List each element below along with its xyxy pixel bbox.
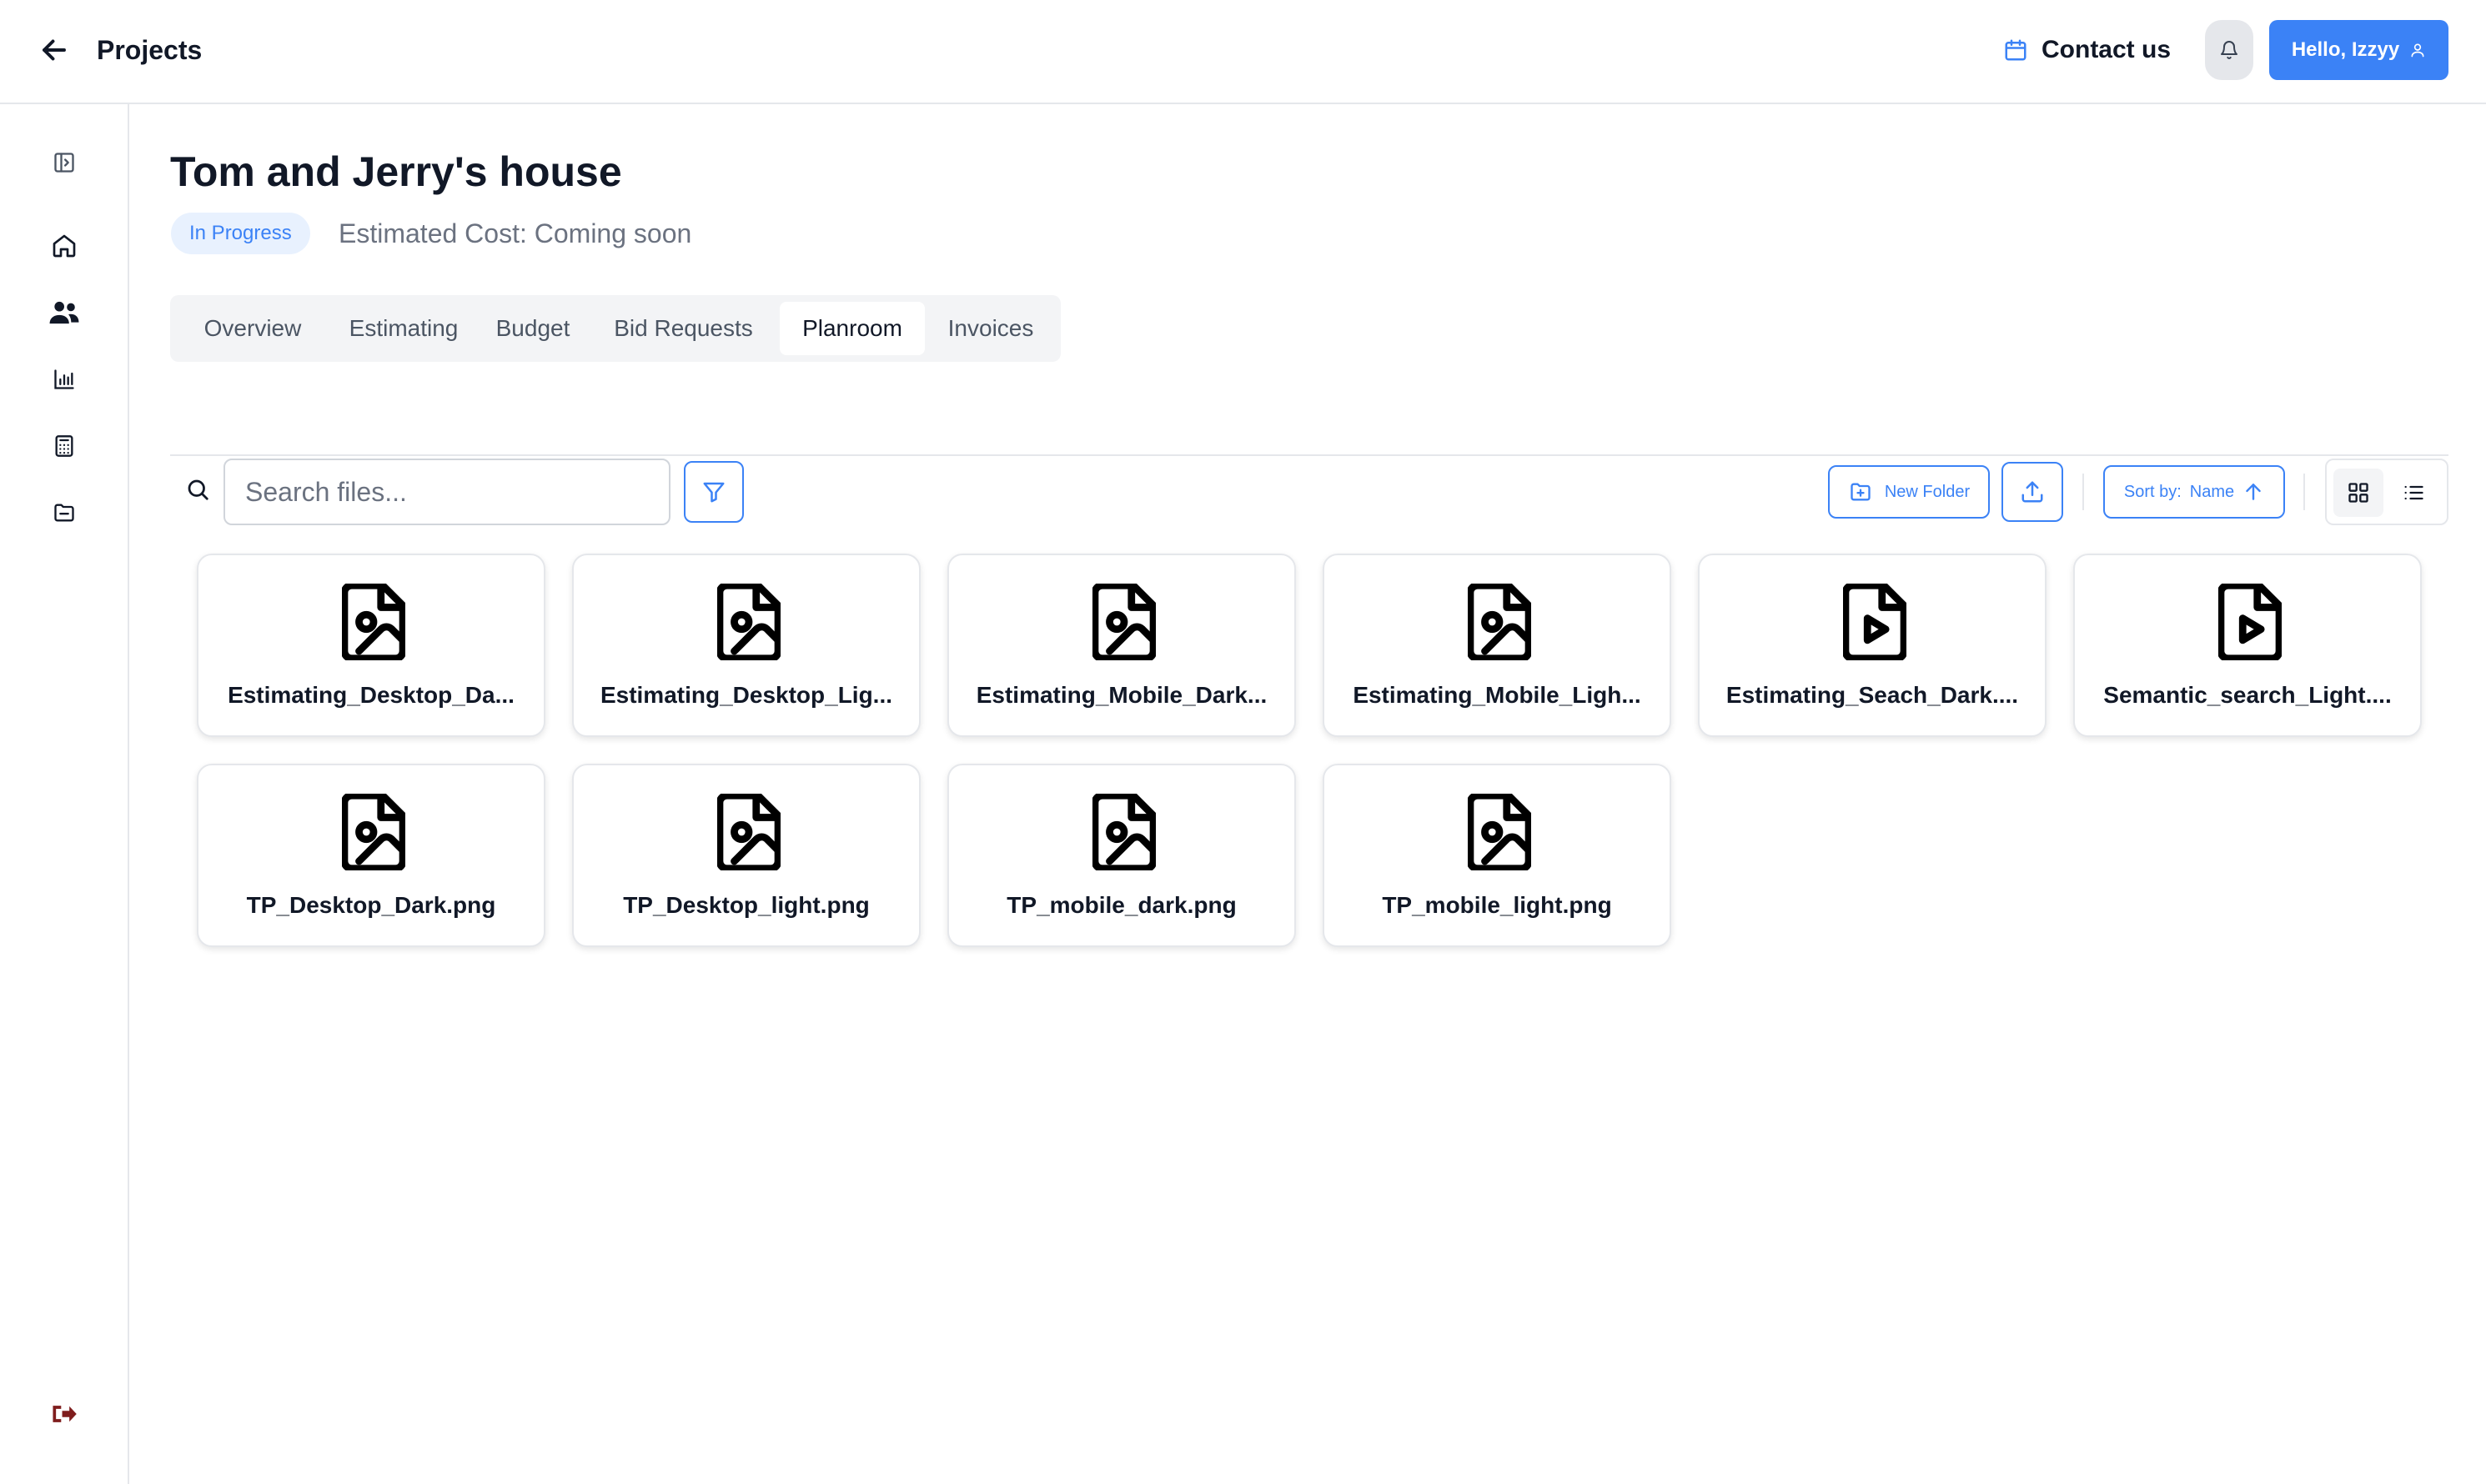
tab-planroom[interactable]: Planroom bbox=[780, 302, 925, 355]
calendar-icon bbox=[2003, 38, 2028, 63]
file-card[interactable]: Semantic_search_Light.... bbox=[2073, 554, 2422, 737]
toolbar-separator bbox=[2303, 474, 2305, 510]
logout-icon bbox=[51, 1402, 78, 1426]
video-file-icon bbox=[2218, 584, 2282, 660]
file-name: Semantic_search_Light.... bbox=[2103, 682, 2392, 708]
file-card[interactable]: Estimating_Mobile_Dark... bbox=[947, 554, 1296, 737]
new-folder-label: New Folder bbox=[1884, 482, 1971, 501]
sidebar-item-home[interactable] bbox=[43, 225, 85, 267]
sidebar-item-users[interactable] bbox=[43, 292, 85, 333]
back-button[interactable] bbox=[33, 32, 75, 68]
sidebar-toggle-icon bbox=[53, 151, 76, 174]
image-file-icon bbox=[1092, 794, 1156, 870]
sidebar-item-reports[interactable] bbox=[43, 358, 85, 400]
contact-us-label: Contact us bbox=[2042, 36, 2172, 63]
file-card[interactable]: Estimating_Desktop_Da... bbox=[197, 554, 545, 737]
file-card[interactable]: TP_mobile_dark.png bbox=[947, 764, 1296, 947]
grid-view-button[interactable] bbox=[2333, 469, 2383, 517]
file-card[interactable]: TP_Desktop_Dark.png bbox=[197, 764, 545, 947]
arrow-up-icon bbox=[2242, 481, 2264, 503]
search-icon bbox=[182, 474, 213, 505]
estimated-cost: Estimated Cost: Coming soon bbox=[339, 218, 692, 248]
image-file-icon bbox=[1092, 584, 1156, 660]
users-icon bbox=[48, 299, 80, 326]
image-file-icon bbox=[717, 794, 781, 870]
image-file-icon bbox=[342, 794, 405, 870]
file-name: Estimating_Desktop_Da... bbox=[228, 682, 515, 708]
tab-overview[interactable]: Overview bbox=[177, 302, 329, 355]
upload-button[interactable] bbox=[2001, 462, 2063, 522]
folder-icon bbox=[52, 501, 77, 524]
image-file-icon bbox=[342, 584, 405, 660]
file-card[interactable]: Estimating_Seach_Dark.... bbox=[1698, 554, 2047, 737]
notifications-button[interactable] bbox=[2205, 20, 2253, 80]
file-name: TP_Desktop_Dark.png bbox=[246, 892, 496, 918]
file-name: TP_mobile_dark.png bbox=[1007, 892, 1237, 918]
new-folder-button[interactable]: New Folder bbox=[1828, 465, 1990, 519]
contact-us-link[interactable]: Contact us bbox=[2003, 32, 2171, 68]
tab-invoices[interactable]: Invoices bbox=[927, 302, 1054, 355]
file-name: Estimating_Seach_Dark.... bbox=[1725, 682, 2019, 708]
bell-icon bbox=[2219, 40, 2239, 60]
file-card[interactable]: TP_Desktop_light.png bbox=[572, 764, 921, 947]
file-name: Estimating_Desktop_Lig... bbox=[600, 682, 893, 708]
search-input[interactable] bbox=[223, 459, 670, 525]
top-header: Projects Contact us Hello, Izzyy bbox=[0, 0, 2486, 104]
filter-icon bbox=[701, 479, 726, 504]
bar-chart-icon bbox=[53, 368, 76, 391]
sort-button[interactable]: Sort by: Name bbox=[2103, 465, 2285, 519]
arrow-left-icon bbox=[39, 35, 69, 65]
grid-icon bbox=[2347, 481, 2370, 504]
file-card[interactable]: Estimating_Desktop_Lig... bbox=[572, 554, 921, 737]
list-icon bbox=[2402, 481, 2425, 504]
project-tabs: Overview Estimating Budget Bid Requests … bbox=[170, 295, 1061, 362]
user-menu-button[interactable]: Hello, Izzyy bbox=[2269, 20, 2448, 80]
image-file-icon bbox=[717, 584, 781, 660]
file-name: Estimating_Mobile_Dark... bbox=[976, 682, 1268, 708]
user-greeting: Hello, Izzyy bbox=[2291, 38, 2400, 61]
logout-button[interactable] bbox=[43, 1393, 85, 1435]
home-icon bbox=[51, 233, 78, 259]
toolbar-separator bbox=[2082, 474, 2084, 510]
sidebar-item-calculator[interactable] bbox=[43, 425, 85, 467]
header-title: Projects bbox=[97, 35, 203, 65]
sidebar-item-files[interactable] bbox=[43, 492, 85, 534]
image-file-icon bbox=[1468, 584, 1531, 660]
tab-bid-requests[interactable]: Bid Requests bbox=[590, 302, 777, 355]
user-icon bbox=[2409, 42, 2426, 58]
tab-estimating[interactable]: Estimating bbox=[331, 302, 476, 355]
tab-budget[interactable]: Budget bbox=[479, 302, 587, 355]
toolbar-divider bbox=[170, 454, 2448, 456]
file-name: TP_Desktop_light.png bbox=[623, 892, 870, 918]
calculator-icon bbox=[53, 434, 76, 459]
sort-value: Name bbox=[2189, 482, 2235, 501]
file-name: TP_mobile_light.png bbox=[1382, 892, 1612, 918]
image-file-icon bbox=[1468, 794, 1531, 870]
view-toggle bbox=[2325, 459, 2448, 525]
list-view-button[interactable] bbox=[2388, 469, 2438, 517]
video-file-icon bbox=[1843, 584, 1906, 660]
file-card[interactable]: TP_mobile_light.png bbox=[1323, 764, 1671, 947]
sort-label: Sort by: bbox=[2123, 482, 2182, 501]
upload-icon bbox=[2020, 479, 2045, 504]
sidebar-toggle-button[interactable] bbox=[43, 142, 85, 183]
status-badge: In Progress bbox=[171, 213, 310, 254]
filter-button[interactable] bbox=[684, 461, 744, 523]
folder-plus-icon bbox=[1848, 480, 1873, 504]
sidebar bbox=[0, 104, 129, 1484]
file-card[interactable]: Estimating_Mobile_Ligh... bbox=[1323, 554, 1671, 737]
project-title: Tom and Jerry's house bbox=[170, 148, 622, 195]
file-name: Estimating_Mobile_Ligh... bbox=[1353, 682, 1641, 708]
